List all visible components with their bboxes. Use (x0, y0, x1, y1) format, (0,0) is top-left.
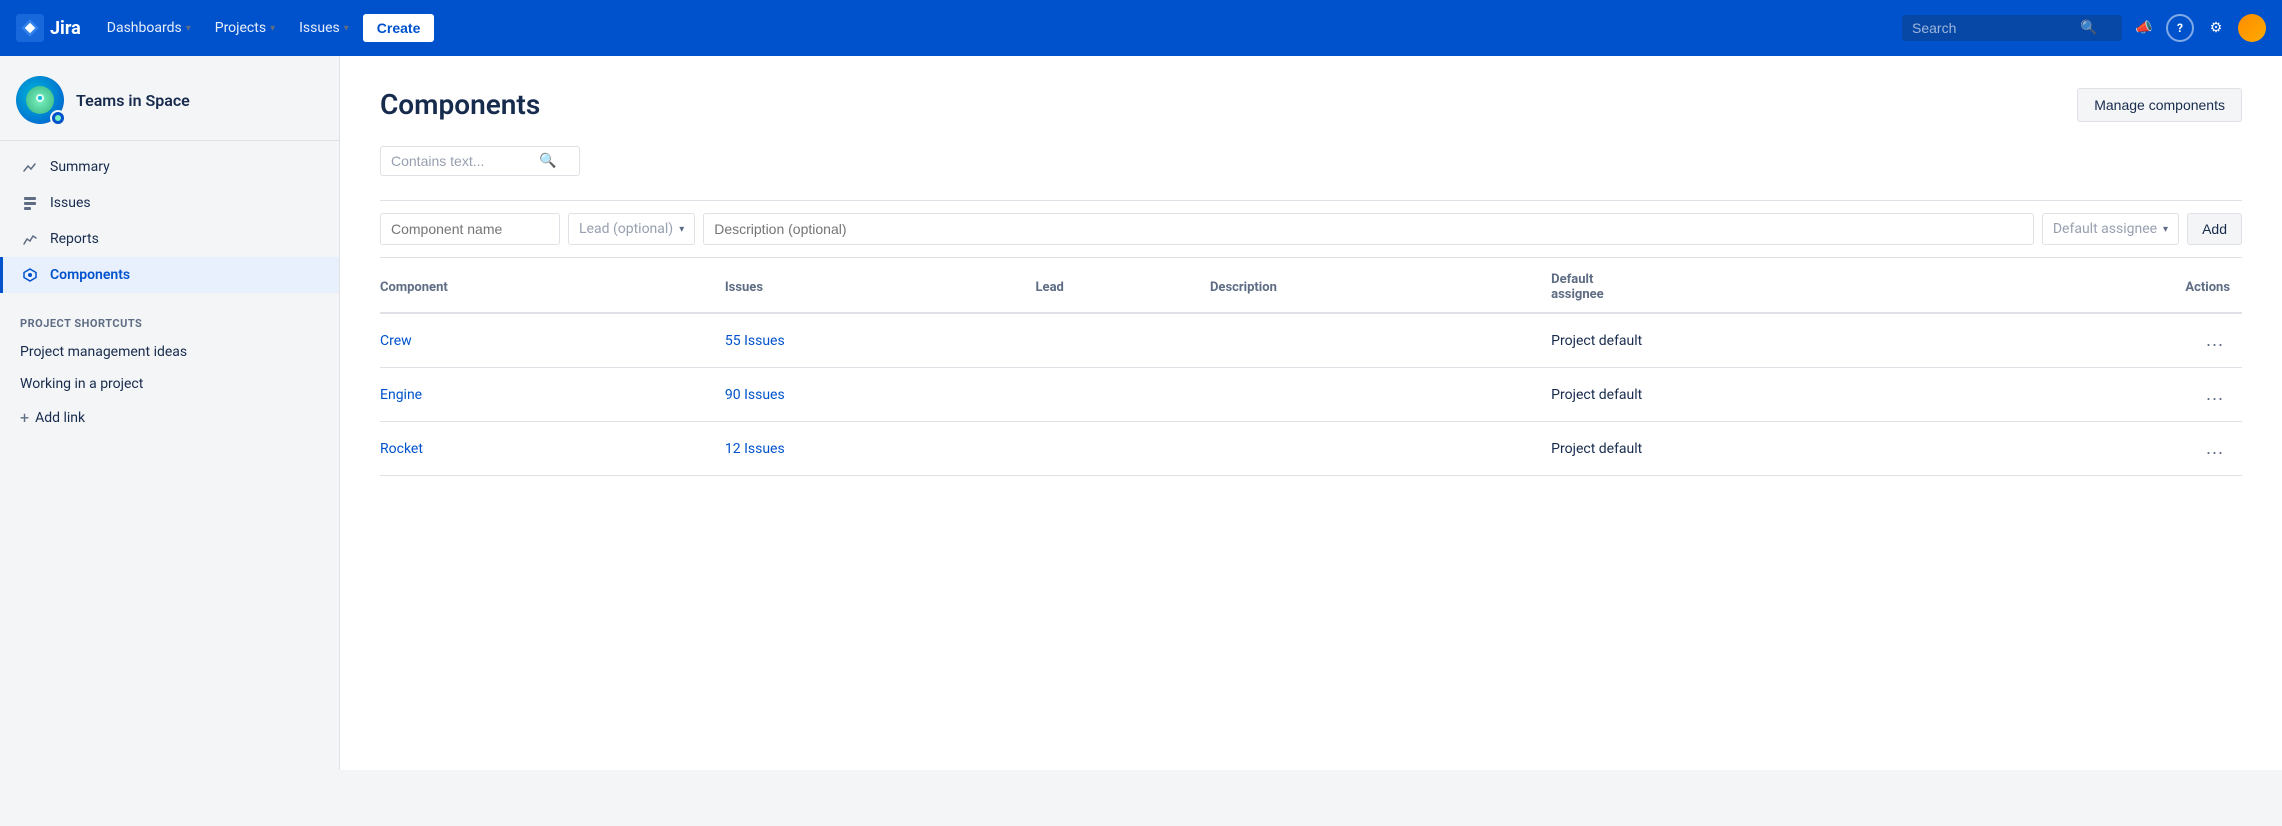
chevron-down-icon: ▾ (679, 224, 684, 235)
shortcuts-title: PROJECT SHORTCUTS (0, 301, 339, 336)
sidebar: Teams in Space Summary (0, 56, 340, 770)
main-content: Components Manage components 🔍 Lead (opt… (340, 56, 2282, 770)
summary-icon (20, 159, 40, 175)
lead-placeholder: Lead (optional) (579, 221, 673, 237)
chevron-down-icon: ▾ (344, 23, 349, 34)
shortcut-working-in-project[interactable]: Working in a project (0, 368, 339, 400)
nav-projects[interactable]: Projects ▾ (205, 14, 285, 42)
table-row: Engine 90 Issues Project default ... (380, 368, 2242, 422)
lead-cell (1036, 313, 1210, 368)
default-assignee-cell: Project default (1551, 368, 1997, 422)
issues-count-link[interactable]: 90 Issues (725, 387, 785, 403)
project-avatar-inner (26, 86, 54, 114)
sidebar-item-issues[interactable]: Issues (0, 185, 339, 221)
sidebar-item-label: Reports (50, 231, 99, 247)
col-component: Component (380, 258, 725, 313)
search-box[interactable]: 🔍 (1902, 15, 2122, 41)
table-row: Crew 55 Issues Project default ... (380, 313, 2242, 368)
assignee-dropdown[interactable]: Default assignee ▾ (2042, 213, 2179, 245)
issues-icon (20, 195, 40, 211)
reports-icon (20, 231, 40, 247)
filter-text-input[interactable] (391, 153, 531, 169)
sidebar-item-reports[interactable]: Reports (0, 221, 339, 257)
search-icon: 🔍 (2080, 20, 2097, 36)
table-header-row: Component Issues Lead Description Defaul… (380, 258, 2242, 313)
page-header: Components Manage components (380, 88, 2242, 122)
component-name-input[interactable] (380, 213, 560, 245)
sidebar-item-summary[interactable]: Summary (0, 149, 339, 185)
project-badge (50, 110, 66, 126)
filter-input-wrapper[interactable]: 🔍 (380, 146, 580, 176)
notifications-icon[interactable]: 📣 (2130, 14, 2158, 42)
description-cell (1210, 313, 1551, 368)
actions-menu-button[interactable]: ... (2200, 436, 2230, 461)
chevron-down-icon: ▾ (2163, 224, 2168, 235)
description-cell (1210, 422, 1551, 476)
add-component-button[interactable]: Add (2187, 213, 2242, 245)
logo-text: Jira (50, 18, 81, 39)
sidebar-item-label: Summary (50, 159, 110, 175)
table-row: Rocket 12 Issues Project default ... (380, 422, 2242, 476)
shortcut-project-mgmt[interactable]: Project management ideas (0, 336, 339, 368)
sidebar-item-components[interactable]: Components (0, 257, 339, 293)
col-default-assignee: Defaultassignee (1551, 258, 1997, 313)
col-lead: Lead (1036, 258, 1210, 313)
issues-count-link[interactable]: 12 Issues (725, 441, 785, 457)
avatar[interactable] (2238, 14, 2266, 42)
sidebar-project: Teams in Space (0, 56, 339, 141)
project-avatar (16, 76, 64, 124)
default-assignee-cell: Project default (1551, 422, 1997, 476)
nav-dashboards[interactable]: Dashboards ▾ (97, 14, 201, 42)
description-input[interactable] (703, 213, 2034, 245)
component-name-link[interactable]: Rocket (380, 441, 423, 457)
lead-cell (1036, 368, 1210, 422)
component-name-link[interactable]: Crew (380, 333, 412, 349)
topnav-menu: Dashboards ▾ Projects ▾ Issues ▾ Create (97, 14, 1894, 42)
table-body: Crew 55 Issues Project default ... Engin… (380, 313, 2242, 476)
sidebar-item-label: Components (50, 267, 130, 283)
page-title: Components (380, 88, 540, 121)
actions-menu-button[interactable]: ... (2200, 382, 2230, 407)
sidebar-item-label: Issues (50, 195, 91, 211)
chevron-down-icon: ▾ (186, 23, 191, 34)
layout: Teams in Space Summary (0, 56, 2282, 770)
assignee-placeholder: Default assignee (2053, 221, 2157, 237)
create-button[interactable]: Create (363, 14, 435, 42)
nav-issues[interactable]: Issues ▾ (289, 14, 359, 42)
settings-icon[interactable]: ⚙ (2202, 14, 2230, 42)
description-cell (1210, 368, 1551, 422)
col-actions: Actions (1997, 258, 2242, 313)
filter-search-icon: 🔍 (539, 153, 556, 169)
add-link-button[interactable]: + Add link (0, 400, 339, 435)
actions-menu-button[interactable]: ... (2200, 328, 2230, 353)
topnav-right: 🔍 📣 ? ⚙ (1902, 14, 2266, 42)
component-name-link[interactable]: Engine (380, 387, 422, 403)
components-icon (20, 267, 40, 283)
manage-components-button[interactable]: Manage components (2077, 88, 2242, 122)
sidebar-nav: Summary Issues Reports (0, 141, 339, 301)
search-input[interactable] (1912, 20, 2072, 36)
components-table: Component Issues Lead Description Defaul… (380, 258, 2242, 476)
plus-icon: + (20, 408, 29, 427)
lead-cell (1036, 422, 1210, 476)
col-description: Description (1210, 258, 1551, 313)
issues-count-link[interactable]: 55 Issues (725, 333, 785, 349)
lead-dropdown[interactable]: Lead (optional) ▾ (568, 213, 695, 245)
add-component-form: Lead (optional) ▾ Default assignee ▾ Add (380, 200, 2242, 258)
topnav: Jira Dashboards ▾ Projects ▾ Issues ▾ Cr… (0, 0, 2282, 56)
col-issues: Issues (725, 258, 1036, 313)
help-icon[interactable]: ? (2166, 14, 2194, 42)
default-assignee-cell: Project default (1551, 313, 1997, 368)
chevron-down-icon: ▾ (270, 23, 275, 34)
jira-logo[interactable]: Jira (16, 14, 81, 42)
project-name: Teams in Space (76, 91, 190, 110)
filter-bar: 🔍 (380, 146, 2242, 176)
